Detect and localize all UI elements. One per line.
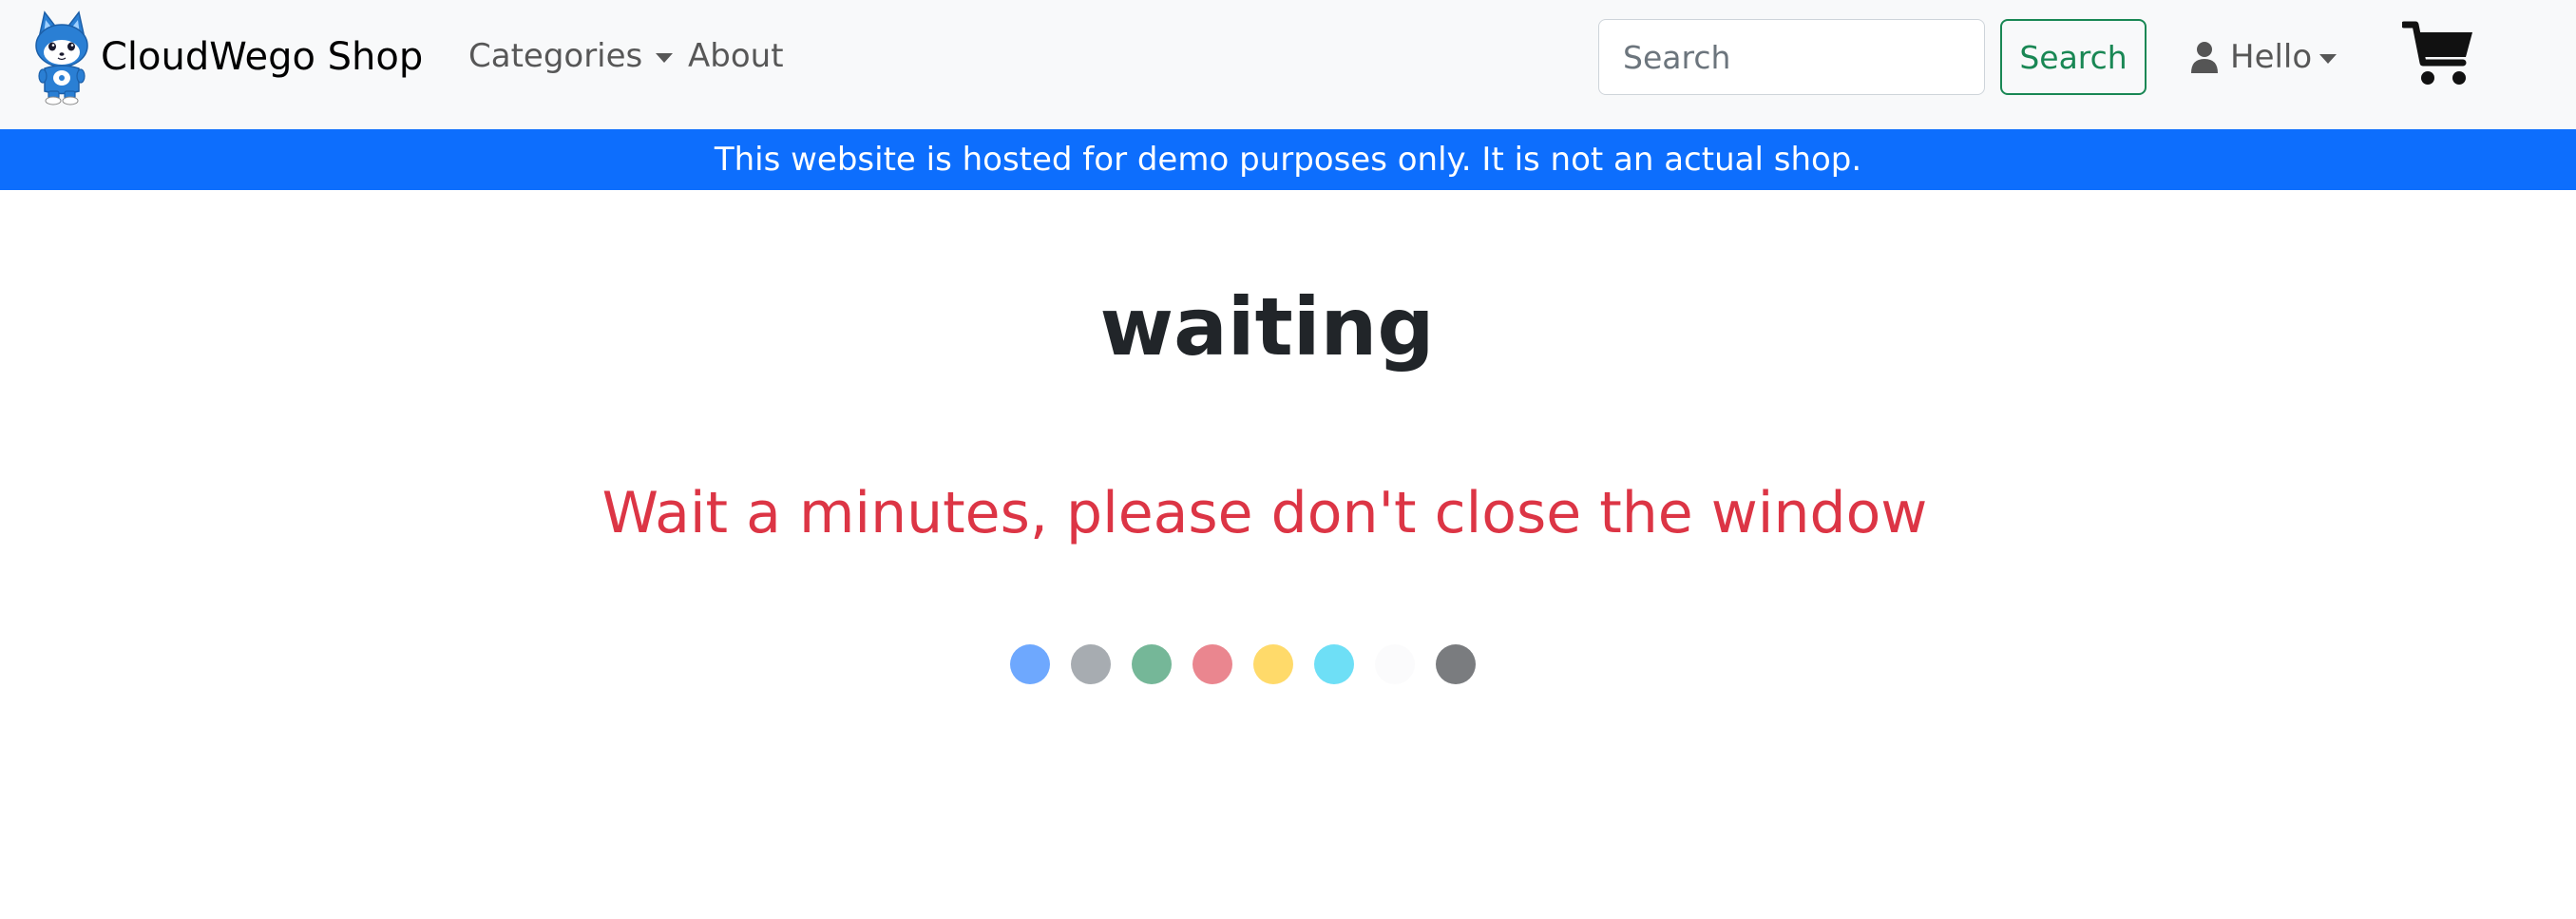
nav-categories-label: Categories xyxy=(468,37,643,75)
cart-button[interactable] xyxy=(2402,19,2474,87)
loading-dot xyxy=(1436,644,1476,684)
loading-indicator xyxy=(1010,644,1476,684)
search-button[interactable]: Search xyxy=(2000,19,2147,95)
chevron-down-icon xyxy=(656,53,674,63)
search-input[interactable] xyxy=(1598,19,1985,95)
mascot-logo-icon xyxy=(35,10,88,105)
cart-icon xyxy=(2402,21,2472,85)
user-menu-dropdown[interactable]: Hello xyxy=(2190,31,2337,83)
loading-dot xyxy=(1253,644,1293,684)
brand-name: CloudWego Shop xyxy=(101,35,424,79)
nav-about-label: About xyxy=(688,37,784,75)
demo-notice-banner: This website is hosted for demo purposes… xyxy=(0,129,2576,190)
loading-dot xyxy=(1314,644,1354,684)
chevron-down-icon xyxy=(2319,54,2337,64)
loading-dot xyxy=(1193,644,1232,684)
nav-about-link[interactable]: About xyxy=(688,31,784,81)
loading-dot xyxy=(1071,644,1111,684)
loading-dot xyxy=(1375,644,1415,684)
user-icon xyxy=(2191,42,2218,73)
waiting-message: Wait a minutes, please don't close the w… xyxy=(601,480,1928,546)
brand-link[interactable]: CloudWego Shop xyxy=(32,8,423,106)
user-greeting: Hello xyxy=(2230,38,2313,76)
nav-categories-dropdown[interactable]: Categories xyxy=(468,31,674,81)
loading-dot xyxy=(1010,644,1050,684)
navbar: CloudWego Shop Categories About Search H… xyxy=(0,0,2576,129)
page-title: waiting xyxy=(1099,280,1435,373)
loading-dot xyxy=(1132,644,1172,684)
